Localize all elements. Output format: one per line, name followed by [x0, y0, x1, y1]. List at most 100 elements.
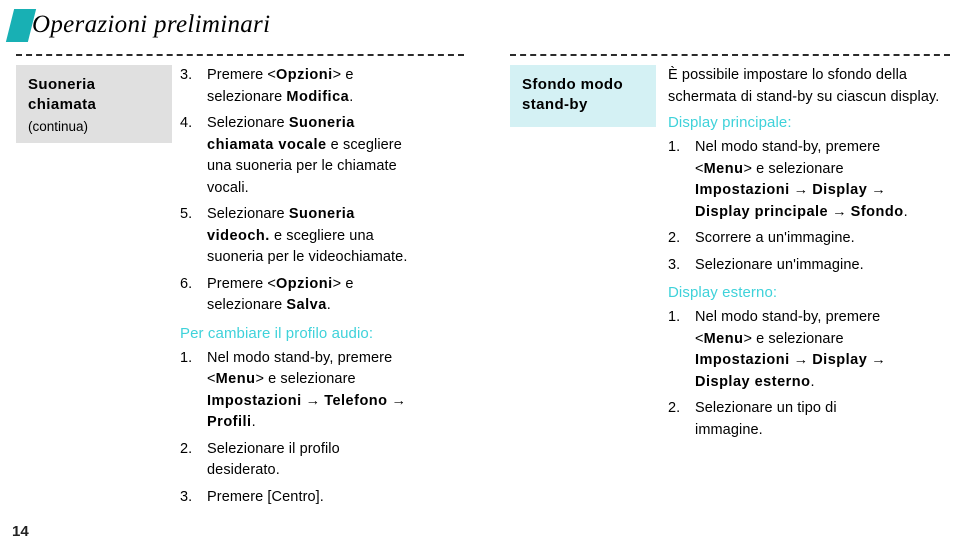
arrow-separator: →	[867, 182, 886, 198]
right-section-label-line1: Sfondo modo	[522, 76, 624, 93]
right-section-label-title: Sfondo modo stand-by	[522, 75, 646, 115]
step-text-fragment: una suoneria per le chiamate	[207, 158, 397, 174]
left-section-label-line1: Suoneria	[28, 76, 96, 93]
step-number: 2.	[668, 400, 681, 416]
step-text-fragment: <	[207, 371, 216, 387]
section-divider	[16, 54, 464, 56]
step-text: Selezionare Suoneria chiamata vocale e sc…	[207, 115, 402, 196]
right-subheading-external: Display esterno:	[668, 284, 778, 301]
step-number: 3.	[180, 67, 193, 83]
ui-term: Display esterno	[695, 373, 811, 390]
ui-term: Salva	[286, 297, 327, 313]
right-column: Sfondo modo stand-by È possibile imposta…	[508, 54, 952, 446]
step-item: 1. Nel modo stand-by, premere <Menu> e sel…	[668, 137, 952, 223]
step-text-fragment: selezionare	[207, 297, 287, 313]
step-text: Premere <Opzioni> e selezionare Modifica.	[207, 67, 354, 105]
step-text-fragment: desiderato.	[207, 462, 280, 478]
step-text: Selezionare un'immagine.	[695, 257, 864, 273]
step-number: 1.	[668, 139, 681, 155]
step-text-fragment: > e	[332, 275, 354, 292]
section-divider	[510, 54, 950, 56]
step-text-fragment: suoneria per le videochiamate.	[207, 249, 408, 265]
left-column-body: Suoneria chiamata (continua) 3. Premere <…	[14, 65, 480, 508]
ui-term: Display principale	[695, 203, 829, 220]
right-subheading-main: Display principale:	[668, 114, 792, 131]
ui-term: videoch.	[207, 227, 270, 244]
step-item: 1. Nel modo stand-by, premere <Menu> e sel…	[668, 307, 952, 393]
step-text-fragment: vocali.	[207, 179, 249, 196]
page-number: 14	[12, 523, 29, 540]
step-text-fragment: Nel modo stand-by, premere	[695, 139, 881, 155]
ui-term: chiamata vocale	[207, 136, 327, 153]
step-text: Nel modo stand-by, premere <Menu> e selez…	[207, 350, 406, 431]
step-number: 2.	[180, 440, 193, 457]
step-text-fragment: > e selezionare	[743, 160, 844, 177]
step-item: 1. Nel modo stand-by, premere <Menu> e sel…	[180, 348, 480, 434]
step-text-fragment: Selezionare	[207, 115, 289, 131]
ui-term: Menu	[703, 330, 744, 347]
step-text-fragment: > e selezionare	[255, 371, 356, 387]
step-number: 6.	[180, 275, 193, 292]
ui-term: Suoneria	[288, 206, 355, 222]
right-column-body: Sfondo modo stand-by È possibile imposta…	[508, 65, 952, 441]
step-number: 1.	[668, 309, 681, 325]
page-header: Operazioni preliminari	[0, 0, 960, 50]
step-text-fragment: <	[695, 330, 704, 347]
step-text-fragment: .	[810, 373, 815, 390]
step-text-fragment: Selezionare	[207, 206, 289, 222]
step-text: Nel modo stand-by, premere <Menu> e selez…	[695, 139, 908, 220]
step-text-fragment: Selezionare il profilo	[207, 440, 340, 457]
step-text-fragment: Premere <	[207, 275, 276, 292]
step-text-fragment: e scegliere una	[269, 227, 374, 244]
ui-term: Suoneria	[288, 115, 355, 131]
step-item: 3. Premere [Centro].	[180, 487, 480, 509]
step-text-fragment: Selezionare un'immagine.	[695, 256, 864, 273]
step-text: Selezionare un tipo di immagine.	[695, 400, 837, 438]
ui-term: Display	[812, 352, 868, 368]
arrow-separator: →	[301, 392, 325, 409]
left-column-content: 3. Premere <Opzioni> e selezionare Modific…	[180, 65, 480, 508]
ui-term: Sfondo	[850, 203, 904, 220]
ui-term: Menu	[703, 160, 744, 177]
step-text: Selezionare il profilo desiderato.	[207, 441, 340, 479]
left-subheading: Per cambiare il profilo audio:	[180, 324, 374, 342]
left-section-label-subtitle: (continua)	[28, 119, 89, 134]
left-section-label-title: Suoneria chiamata	[28, 75, 162, 115]
ui-term: Display	[812, 182, 868, 198]
arrow-separator: →	[387, 392, 407, 409]
left-column: Suoneria chiamata (continua) 3. Premere <…	[14, 54, 480, 513]
step-text-fragment: Selezionare un tipo di	[695, 400, 837, 416]
ui-term: Impostazioni	[695, 182, 790, 198]
step-text-fragment: .	[326, 297, 331, 313]
step-text-fragment: immagine.	[695, 421, 763, 438]
step-item: 5. Selezionare Suoneria videoch. e sceglie…	[180, 204, 480, 269]
step-text: Premere <Opzioni> e selezionare Salva.	[207, 276, 354, 314]
step-text-fragment: Premere <	[207, 67, 276, 83]
step-text: Premere [Centro].	[207, 489, 324, 505]
step-number: 3.	[180, 488, 193, 505]
right-section-label-box: Sfondo modo stand-by	[510, 65, 656, 127]
arrow-separator: →	[867, 352, 886, 368]
right-intro-paragraph: È possibile impostare lo sfondo della sc…	[668, 67, 940, 105]
step-text: Nel modo stand-by, premere <Menu> e selez…	[695, 309, 886, 390]
ui-term: Telefono	[324, 392, 388, 409]
ui-term: Opzioni	[276, 275, 333, 292]
arrow-separator: →	[789, 182, 813, 198]
step-item: 3. Premere <Opzioni> e selezionare Modific…	[180, 65, 480, 108]
right-steps-external: 1. Nel modo stand-by, premere <Menu> e sel…	[668, 307, 952, 441]
step-text: Selezionare Suoneria videoch. e scegliere…	[207, 206, 407, 265]
page-title: Operazioni preliminari	[32, 11, 271, 38]
step-item: 2. Selezionare un tipo di immagine.	[668, 398, 952, 441]
step-item: 2. Scorrere a un'immagine.	[668, 228, 952, 250]
step-text-fragment: .	[903, 203, 908, 220]
step-text-fragment: <	[695, 160, 704, 177]
right-column-content: È possibile impostare lo sfondo della sc…	[668, 65, 952, 441]
step-item: 6. Premere <Opzioni> e selezionare Salva.	[180, 274, 480, 317]
step-text-fragment: > e selezionare	[743, 330, 844, 347]
step-text-fragment: Nel modo stand-by, premere	[695, 309, 881, 325]
step-text-fragment: selezionare	[207, 88, 287, 105]
arrow-separator: →	[789, 352, 813, 368]
step-text: Scorrere a un'immagine.	[695, 230, 855, 246]
ui-term: Impostazioni	[207, 392, 302, 409]
arrow-separator: →	[828, 203, 851, 220]
